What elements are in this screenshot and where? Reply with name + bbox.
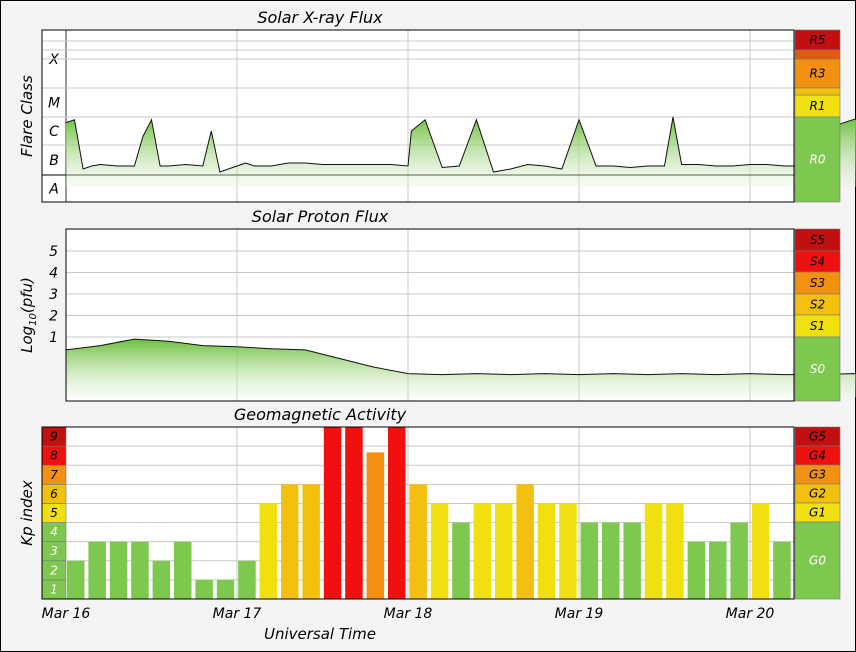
kp-bar xyxy=(409,484,427,599)
kp-bar xyxy=(751,503,770,599)
kp-bar xyxy=(709,541,727,599)
x-tick-label: Mar 17 xyxy=(213,606,262,622)
kp-bar xyxy=(216,579,235,599)
x-tick-label: Mar 20 xyxy=(726,606,775,622)
x-tick-label: Mar 19 xyxy=(555,606,604,622)
kp-bar xyxy=(730,522,748,599)
kp-bar xyxy=(773,541,791,599)
kp-bar xyxy=(323,427,342,599)
kp-bar xyxy=(666,503,684,599)
kp-bar xyxy=(345,427,363,599)
kp-bar xyxy=(559,503,577,599)
xray-scale-r2 xyxy=(794,87,841,96)
xray-scale-r4 xyxy=(794,49,841,60)
kp-tick: 3 xyxy=(50,544,58,558)
geomag-ylabel: Kp index xyxy=(18,480,36,546)
kp-bar xyxy=(67,560,85,599)
space-weather-chart: Solar X-ray Flux Flare Class ABCM X R5 R3 R1… xyxy=(18,8,856,643)
xray-ylabel: Flare Class xyxy=(18,75,36,157)
kp-bar xyxy=(452,522,470,599)
geomag-scale-label: G1 xyxy=(809,506,826,520)
kp-tick: 7 xyxy=(50,468,58,482)
kp-bar xyxy=(473,503,492,599)
kp-bar xyxy=(623,522,641,599)
kp-tick: 1 xyxy=(50,582,58,596)
xray-class-tick: M xyxy=(48,96,60,112)
x-tick-label: Mar 16 xyxy=(42,606,91,622)
kp-bar xyxy=(644,503,663,599)
kp-tick: 6 xyxy=(50,487,58,501)
kp-bar xyxy=(687,541,706,599)
kp-bar xyxy=(238,560,256,599)
kp-bar xyxy=(259,503,278,599)
kp-bar xyxy=(366,452,385,599)
kp-bar xyxy=(174,541,192,599)
kp-bar xyxy=(602,522,620,599)
x-tick-label: Mar 18 xyxy=(384,606,433,622)
xray-scale-label: R0 xyxy=(810,153,826,167)
kp-tick: 4 xyxy=(50,525,58,539)
proton-ytick: 5 xyxy=(49,244,58,260)
kp-bar xyxy=(302,484,320,599)
proton-scale-label: S0 xyxy=(810,362,826,376)
proton-ylabel: Log10(pfu) xyxy=(18,277,39,353)
x-axis-label: Universal Time xyxy=(264,625,376,643)
xray-scale-label: R5 xyxy=(810,33,826,47)
kp-bar xyxy=(109,541,128,599)
geomag-scale-label: G4 xyxy=(809,449,826,463)
proton-ytick: 3 xyxy=(49,287,58,303)
proton-ytick: 4 xyxy=(49,266,58,282)
xray-scale-label: R1 xyxy=(810,99,826,113)
kp-tick: 5 xyxy=(50,506,58,520)
xray-class-tick: B xyxy=(49,153,59,169)
proton-title: Solar Proton Flux xyxy=(252,207,389,226)
kp-tick: 9 xyxy=(50,430,58,444)
kp-bar xyxy=(281,484,299,599)
kp-tick: 2 xyxy=(50,563,58,577)
proton-ytick: 1 xyxy=(49,330,58,346)
kp-bar xyxy=(388,427,406,599)
geomag-title: Geomagnetic Activity xyxy=(234,405,407,424)
xray-title: Solar X-ray Flux xyxy=(257,8,383,27)
kp-bar xyxy=(131,541,149,599)
proton-scale-label: S4 xyxy=(810,255,825,269)
kp-bar xyxy=(516,484,534,599)
xray-class-tick: A xyxy=(48,182,59,198)
kp-bar xyxy=(580,522,599,599)
geomag-scale-label: G5 xyxy=(809,430,826,444)
geomag-scale-label: G0 xyxy=(809,554,826,568)
proton-scale-label: S3 xyxy=(810,276,825,290)
proton-ytick: 2 xyxy=(49,309,58,325)
xray-scale-label: R3 xyxy=(810,67,826,81)
proton-scale-label: S2 xyxy=(810,298,825,312)
xray-class-tick: C xyxy=(49,124,59,140)
kp-bar xyxy=(195,579,213,599)
proton-scale-label: S5 xyxy=(810,233,825,247)
xray-class-tick: X xyxy=(48,52,59,68)
kp-bar xyxy=(537,503,556,599)
geomag-scale-label: G2 xyxy=(809,487,826,501)
kp-bar xyxy=(495,503,513,599)
proton-scale-label: S1 xyxy=(810,319,825,333)
kp-bar xyxy=(88,541,106,599)
kp-bar xyxy=(152,560,171,599)
kp-bar xyxy=(430,503,449,599)
geomag-scale-label: G3 xyxy=(809,468,826,482)
kp-tick: 8 xyxy=(50,449,58,463)
